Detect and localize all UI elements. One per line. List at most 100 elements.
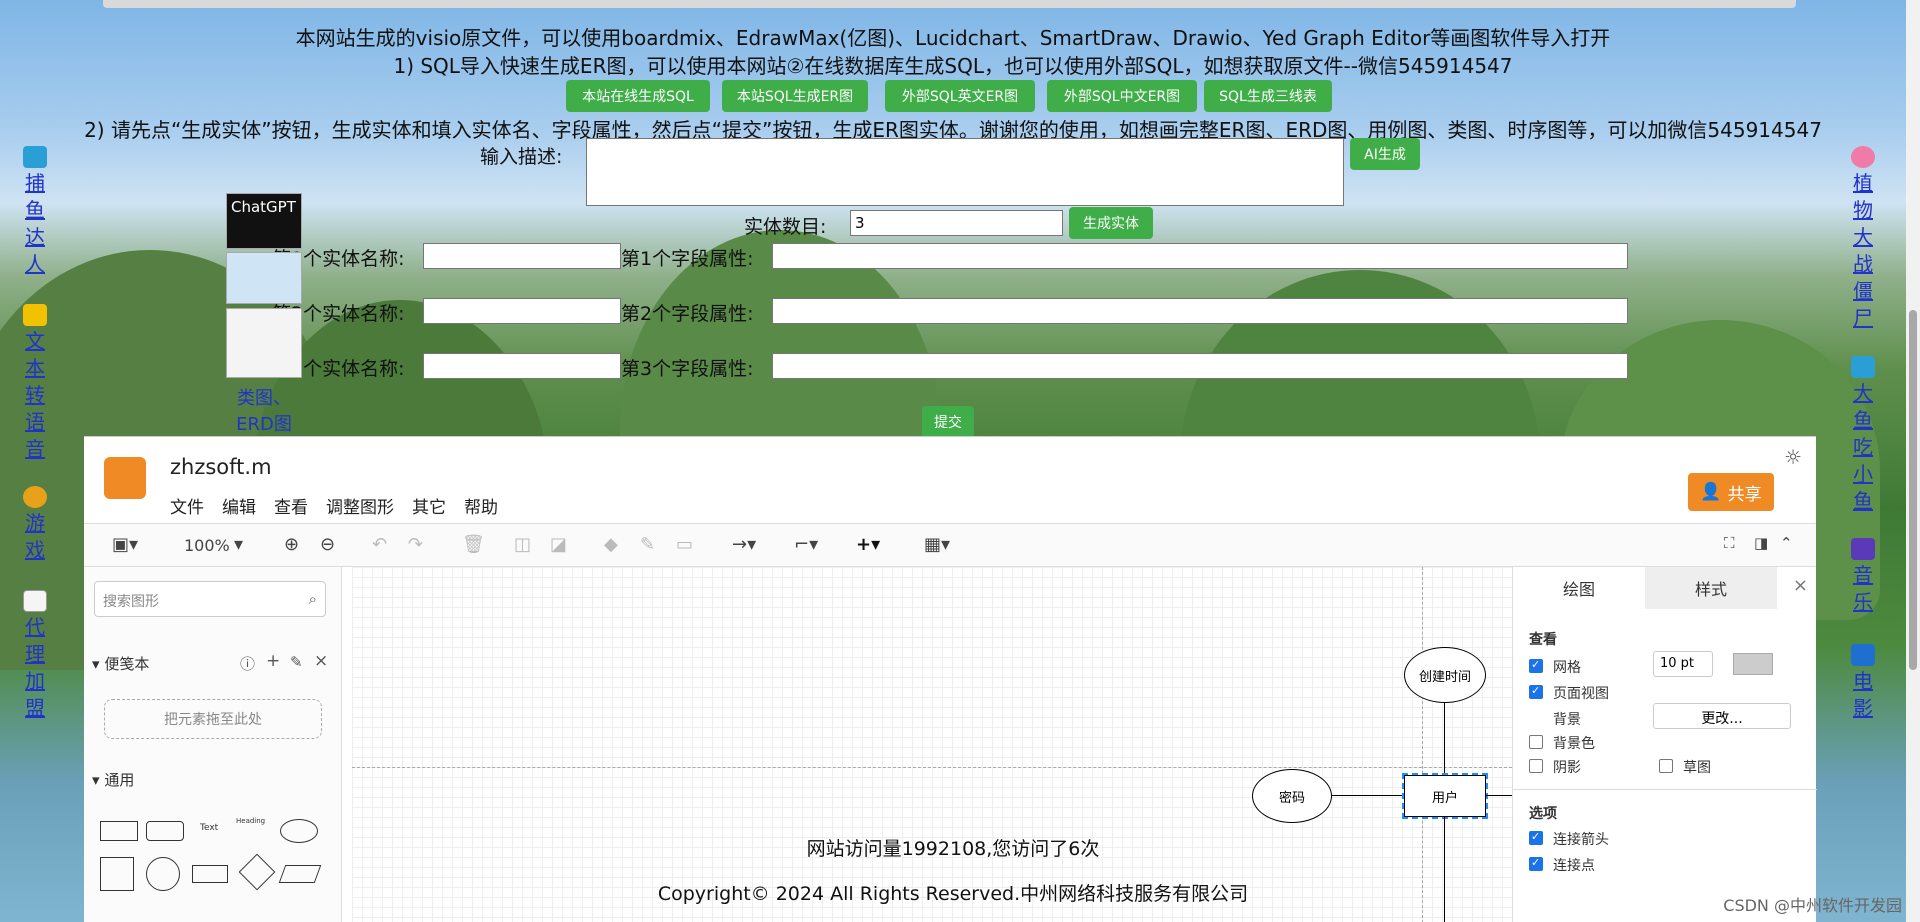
side-link-fishing[interactable]: 捕鱼达人 — [21, 146, 49, 278]
attribute-node-password[interactable]: 密码 — [1252, 769, 1332, 823]
divider — [1513, 789, 1817, 790]
editor-header: zhzsoft.m 文件 编辑 查看 调整图形 其它 帮助 👤 共享 ☼ — [84, 437, 1816, 523]
page-break-line — [352, 767, 1512, 768]
tab-style[interactable]: 样式 — [1645, 567, 1777, 609]
shadow-icon[interactable]: ▭ — [676, 534, 693, 555]
close-panel-icon[interactable]: × — [1793, 575, 1808, 596]
waypoints-icon[interactable]: ⌐▾ — [794, 534, 818, 555]
visit-counter: 网站访问量1992108,您访问了6次 — [806, 838, 1100, 860]
general-label: 通用 — [104, 771, 135, 789]
generate-entity-button[interactable]: 生成实体 — [1069, 207, 1153, 239]
redo-icon[interactable]: ↷ — [408, 534, 423, 555]
general-header[interactable]: ▾ 通用 — [92, 769, 134, 790]
sql-to-er-button[interactable]: 本站SQL生成ER图 — [722, 80, 868, 112]
attribute-node-created-time[interactable]: 创建时间 — [1404, 647, 1486, 703]
er-diagram-thumbnail[interactable] — [226, 252, 302, 304]
fish-icon — [1851, 356, 1875, 378]
share-button[interactable]: 👤 共享 — [1688, 473, 1774, 511]
class-diagram-thumbnail[interactable] — [226, 308, 302, 378]
entity-name-input-2[interactable] — [423, 298, 621, 324]
fullscreen-icon[interactable]: ⛶ — [1724, 534, 1735, 552]
chatgpt-thumbnail[interactable]: ChatGPT — [226, 193, 302, 249]
field-attr-input-1[interactable] — [772, 243, 1628, 269]
entity-name-input-3[interactable] — [423, 353, 621, 379]
delete-icon[interactable]: 🗑 — [462, 534, 485, 555]
online-sql-button[interactable]: 本站在线生成SQL — [566, 80, 710, 112]
zoom-out-icon[interactable]: ⊖ — [320, 534, 335, 555]
shape-search-input[interactable]: 搜索图形 ⌕ — [94, 581, 326, 617]
line-color-icon[interactable]: ✎ — [640, 534, 655, 555]
menu-extras[interactable]: 其它 — [412, 493, 446, 518]
edit-icon[interactable]: ✎ — [290, 653, 303, 671]
grid-color-picker[interactable] — [1733, 653, 1773, 675]
undo-icon[interactable]: ↶ — [372, 534, 387, 555]
menu-arrange[interactable]: 调整图形 — [326, 493, 394, 518]
text-shape[interactable]: Text — [200, 823, 218, 833]
add-icon[interactable]: + — [266, 651, 280, 671]
close-icon[interactable]: × — [314, 651, 328, 671]
zoom-level[interactable]: 100% — [184, 536, 230, 555]
change-background-button[interactable]: 更改... — [1653, 703, 1791, 729]
collapse-icon[interactable]: ⌃ — [1780, 534, 1793, 552]
sketch-checkbox[interactable] — [1659, 759, 1673, 773]
search-icon[interactable]: ⌕ — [309, 590, 317, 608]
bg-color-checkbox[interactable] — [1529, 735, 1543, 749]
help-icon[interactable]: ⓘ — [240, 653, 255, 674]
fish-icon — [23, 146, 47, 168]
entity-node-user[interactable]: 用户 — [1402, 773, 1488, 819]
page-scrollbar[interactable] — [1906, 0, 1920, 922]
side-link-tts[interactable]: 文本转语音 — [21, 304, 49, 463]
film-icon — [1851, 644, 1875, 666]
grid-size-input[interactable]: 10 pt — [1653, 651, 1713, 677]
scratchpad-header[interactable]: ▾ 便笺本 — [92, 653, 149, 674]
drawing-canvas[interactable]: 创建时间 密码 用户 — [352, 567, 1512, 922]
three-line-table-button[interactable]: SQL生成三线表 — [1204, 80, 1332, 112]
field-attr-label-3: 第3个字段属性: — [621, 358, 754, 380]
scrollbar-thumb[interactable] — [1909, 310, 1917, 670]
menu-view[interactable]: 查看 — [274, 493, 308, 518]
entity-name-input-1[interactable] — [423, 243, 621, 269]
connection-icon[interactable]: →▾ — [732, 534, 756, 555]
side-link-agent[interactable]: 代理加盟 — [21, 590, 49, 722]
horizontal-scrollbar[interactable] — [103, 0, 1796, 8]
side-link-label: 植物大战僵尸 — [1853, 171, 1873, 330]
side-link-label: 游戏 — [25, 511, 45, 562]
heading-shape[interactable]: Heading — [236, 817, 265, 825]
zoom-in-icon[interactable]: ⊕ — [284, 534, 299, 555]
scratchpad-dropzone[interactable]: 把元素拖至此处 — [104, 699, 322, 739]
fill-color-icon[interactable]: ◆ — [604, 534, 618, 555]
field-attr-input-2[interactable] — [772, 298, 1628, 324]
tab-diagram[interactable]: 绘图 — [1513, 567, 1645, 609]
page-view-checkbox[interactable] — [1529, 684, 1543, 699]
format-toggle-icon[interactable]: ◨ — [1754, 534, 1768, 552]
field-attr-input-3[interactable] — [772, 353, 1628, 379]
entity-count-input[interactable]: 3 — [850, 210, 1063, 236]
side-link-bigfish[interactable]: 大鱼吃小鱼 — [1849, 356, 1877, 515]
menu-edit[interactable]: 编辑 — [222, 493, 256, 518]
side-link-games[interactable]: 游戏 — [21, 486, 49, 564]
external-sql-en-button[interactable]: 外部SQL英文ER图 — [885, 80, 1035, 112]
shadow-checkbox[interactable] — [1529, 759, 1543, 773]
side-link-pvz[interactable]: 植物大战僵尸 — [1849, 146, 1877, 332]
connector-line — [1486, 795, 1512, 796]
external-sql-cn-button[interactable]: 外部SQL中文ER图 — [1047, 80, 1197, 112]
to-front-icon[interactable]: ◫ — [514, 534, 531, 555]
side-link-music[interactable]: 音乐 — [1849, 538, 1877, 616]
side-link-label: 文本转语音 — [25, 329, 45, 461]
submit-button[interactable]: 提交 — [922, 406, 974, 438]
grid-checkbox[interactable] — [1529, 658, 1543, 673]
format-panel-icon[interactable]: ▣▾ — [112, 534, 138, 555]
menu-file[interactable]: 文件 — [170, 493, 204, 518]
menu-help[interactable]: 帮助 — [464, 493, 498, 518]
zoom-dropdown-icon[interactable]: ▾ — [234, 534, 243, 555]
to-back-icon[interactable]: ◪ — [550, 534, 567, 555]
insert-icon[interactable]: +▾ — [856, 534, 880, 555]
side-link-label: 电影 — [1853, 669, 1873, 720]
description-textarea[interactable] — [586, 138, 1344, 206]
table-icon[interactable]: ▦▾ — [924, 534, 950, 555]
ai-generate-button[interactable]: AI生成 — [1350, 138, 1420, 170]
theme-sun-icon[interactable]: ☼ — [1784, 445, 1802, 469]
side-link-label: 音乐 — [1853, 563, 1873, 614]
document-title[interactable]: zhzsoft.m — [170, 455, 272, 479]
side-link-movie[interactable]: 电影 — [1849, 644, 1877, 722]
